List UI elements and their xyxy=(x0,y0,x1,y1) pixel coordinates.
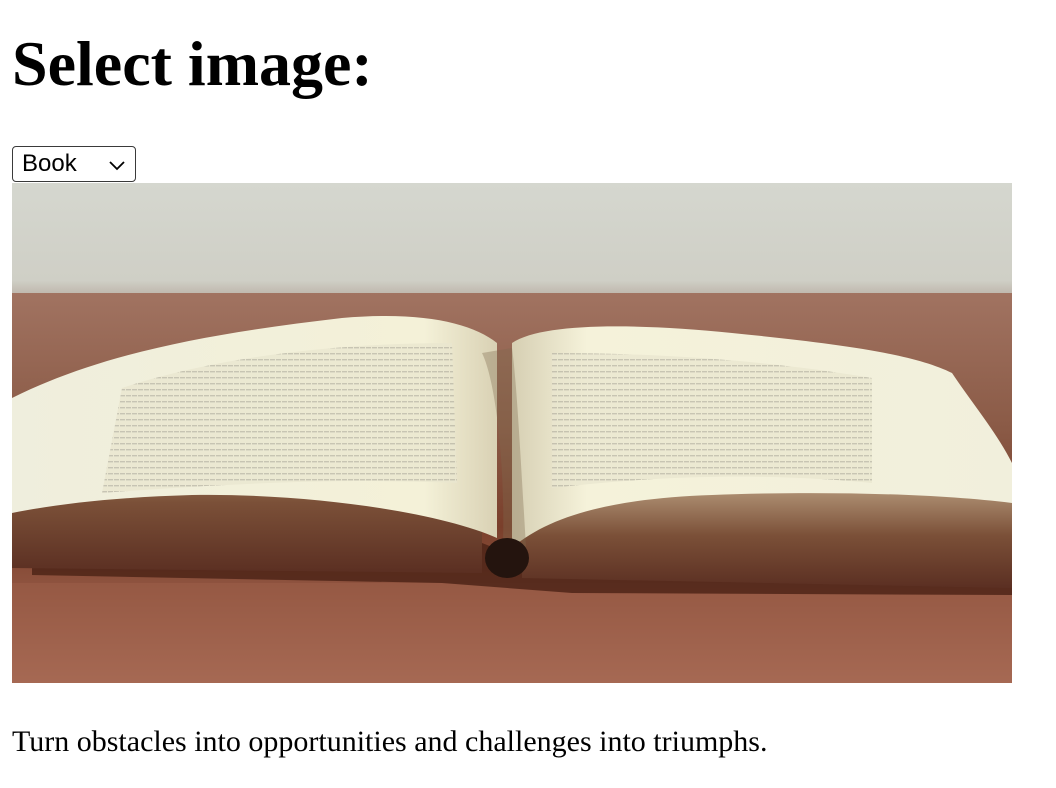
image-select[interactable]: Book xyxy=(12,146,136,182)
page-title: Select image: xyxy=(12,28,373,99)
open-book-image xyxy=(12,183,1012,683)
caption-text: Turn obstacles into opportunities and ch… xyxy=(12,725,768,758)
chevron-down-icon xyxy=(109,161,125,171)
image-select-value: Book xyxy=(22,150,77,177)
